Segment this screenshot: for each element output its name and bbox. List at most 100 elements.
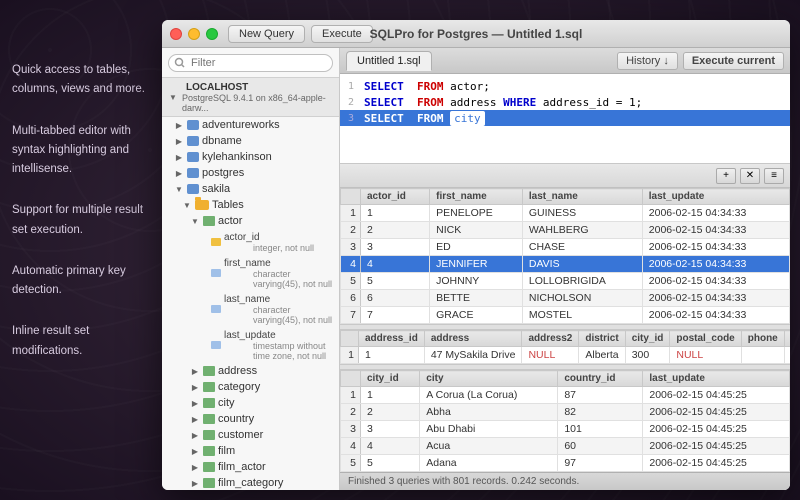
cell[interactable]: 2006-02-15 04:34:33 — [642, 256, 789, 273]
sidebar-item-address[interactable]: ▶ address — [162, 363, 339, 379]
cell[interactable]: Acua — [420, 438, 558, 455]
table-row[interactable]: 55Adana972006-02-15 04:45:25 — [341, 455, 790, 472]
cell[interactable]: NULL — [522, 347, 579, 364]
cell[interactable]: WAHLBERG — [522, 222, 642, 239]
cell[interactable]: 97 — [558, 455, 643, 472]
cell[interactable]: LOLLOBRIGIDA — [522, 273, 642, 290]
cell[interactable]: 5 — [361, 273, 430, 290]
server-item[interactable]: ▼ LOCALHOST PostgreSQL 9.4.1 on x86_64-a… — [162, 78, 339, 117]
cell[interactable]: BETTE — [430, 290, 523, 307]
cell[interactable]: 2006-02-15 04:34:33 — [642, 307, 789, 324]
cell[interactable]: 2006-02-15 04:34:33 — [642, 290, 789, 307]
cell[interactable]: Abu Dhabi — [420, 421, 558, 438]
cell[interactable]: NICK — [430, 222, 523, 239]
cell[interactable]: 2006-02-15 04:34:33 — [642, 205, 789, 222]
table-row[interactable]: 22Abha822006-02-15 04:45:25 — [341, 404, 790, 421]
minimize-button[interactable] — [188, 28, 200, 40]
cell[interactable]: 3 — [361, 421, 420, 438]
cell[interactable]: 1 — [361, 387, 420, 404]
add-row-button[interactable]: + — [716, 168, 736, 184]
sidebar-item-city[interactable]: ▶ city — [162, 395, 339, 411]
cell[interactable]: Adana — [420, 455, 558, 472]
sidebar-item-kylehankinson[interactable]: ▶ kylehankinson — [162, 149, 339, 165]
table-row[interactable]: 22NICKWAHLBERG2006-02-15 04:34:33 — [341, 222, 790, 239]
cell[interactable]: 2006-02-15 04:34:33 — [642, 222, 789, 239]
cell[interactable]: PENELOPE — [430, 205, 523, 222]
cell[interactable]: 6 — [361, 290, 430, 307]
table-row[interactable]: 1 1 47 MySakila Drive NULL Alberta 300 N… — [341, 347, 791, 364]
cell[interactable]: 1 — [359, 347, 425, 364]
cell[interactable]: GUINESS — [522, 205, 642, 222]
sidebar-item-actor-id[interactable]: actor_id integer, not null — [162, 229, 339, 255]
cell[interactable]: 2006-02-15 04:45:25 — [643, 404, 790, 421]
cell[interactable]: 2006-02-15 04:45:25 — [643, 387, 790, 404]
table-row[interactable]: 11PENELOPEGUINESS2006-02-15 04:34:33 — [341, 205, 790, 222]
cell[interactable]: 5 — [361, 455, 420, 472]
cell[interactable]: 47 MySakila Drive — [424, 347, 522, 364]
sidebar-item-film-category[interactable]: ▶ film_category — [162, 475, 339, 490]
delete-row-button[interactable]: ✕ — [740, 168, 760, 184]
cell[interactable]: GRACE — [430, 307, 523, 324]
new-query-button[interactable]: New Query — [228, 25, 305, 43]
cell[interactable]: 82 — [558, 404, 643, 421]
close-button[interactable] — [170, 28, 182, 40]
execute-button[interactable]: Execute — [311, 25, 373, 43]
cell[interactable]: 101 — [558, 421, 643, 438]
table-row[interactable]: 77GRACEMOSTEL2006-02-15 04:34:33 — [341, 307, 790, 324]
sidebar-item-last-update[interactable]: last_update timestamp without time zone,… — [162, 327, 339, 363]
cell[interactable]: 2006-02-15 04:34:33 — [642, 239, 789, 256]
sidebar-item-adventureworks[interactable]: ▶ adventureworks — [162, 117, 339, 133]
maximize-button[interactable] — [206, 28, 218, 40]
cell[interactable]: 2 — [361, 222, 430, 239]
table-row[interactable]: 66BETTENICHOLSON2006-02-15 04:34:33 — [341, 290, 790, 307]
cell[interactable]: A Corua (La Corua) — [420, 387, 558, 404]
sidebar-item-first-name[interactable]: first_name character varying(45), not nu… — [162, 255, 339, 291]
cell[interactable] — [741, 347, 784, 364]
sidebar-item-last-name[interactable]: last_name character varying(45), not nul… — [162, 291, 339, 327]
sidebar-item-sakila[interactable]: ▼ sakila — [162, 181, 339, 197]
cell[interactable]: ED — [430, 239, 523, 256]
sidebar-item-tables-folder[interactable]: ▼ Tables — [162, 197, 339, 213]
cell[interactable]: 7 — [361, 307, 430, 324]
query-editor[interactable]: 1 SELECT FROM actor; 2 SELECT FROM addre… — [340, 74, 790, 164]
cell[interactable]: 2006-02-15 04:45:25 — [643, 438, 790, 455]
history-button[interactable]: History ↓ — [617, 52, 678, 70]
cell[interactable]: 3 — [361, 239, 430, 256]
cell[interactable]: NICHOLSON — [522, 290, 642, 307]
sidebar-item-category[interactable]: ▶ category — [162, 379, 339, 395]
table-row[interactable]: 55JOHNNYLOLLOBRIGIDA2006-02-15 04:34:33 — [341, 273, 790, 290]
cell[interactable]: DAVIS — [522, 256, 642, 273]
cell[interactable]: 87 — [558, 387, 643, 404]
cell[interactable]: 60 — [558, 438, 643, 455]
table-row[interactable]: 44Acua602006-02-15 04:45:25 — [341, 438, 790, 455]
cell[interactable]: JOHNNY — [430, 273, 523, 290]
sidebar-item-customer[interactable]: ▶ customer — [162, 427, 339, 443]
cell[interactable]: 4 — [361, 256, 430, 273]
execute-current-button[interactable]: Execute current — [683, 52, 784, 70]
table-row[interactable]: 11A Corua (La Corua)872006-02-15 04:45:2… — [341, 387, 790, 404]
menu-button[interactable]: ≡ — [764, 168, 784, 184]
table-row[interactable]: 33EDCHASE2006-02-15 04:34:33 — [341, 239, 790, 256]
cell[interactable]: 300 — [625, 347, 670, 364]
cell[interactable]: CHASE — [522, 239, 642, 256]
cell[interactable]: 2006-02-15 04:45:25 — [643, 455, 790, 472]
sidebar-item-dbname[interactable]: ▶ dbname — [162, 133, 339, 149]
cell[interactable]: 2006-02-15 04:45:25 — [643, 421, 790, 438]
cell[interactable]: NULL — [670, 347, 741, 364]
cell[interactable]: 2 — [361, 404, 420, 421]
sidebar-item-country[interactable]: ▶ country — [162, 411, 339, 427]
cell[interactable]: 4 — [361, 438, 420, 455]
sidebar-item-actor[interactable]: ▼ actor — [162, 213, 339, 229]
sidebar-item-film-actor[interactable]: ▶ film_actor — [162, 459, 339, 475]
cell[interactable]: Abha — [420, 404, 558, 421]
cell[interactable]: 2006-02-15 04:34:33 — [642, 273, 789, 290]
sidebar-tree[interactable]: ▼ LOCALHOST PostgreSQL 9.4.1 on x86_64-a… — [162, 78, 339, 490]
tab-untitled[interactable]: Untitled 1.sql — [346, 51, 432, 71]
cell[interactable]: 2006-02-15 04:45:30 — [784, 347, 790, 364]
table-row[interactable]: 33Abu Dhabi1012006-02-15 04:45:25 — [341, 421, 790, 438]
cell[interactable]: JENNIFER — [430, 256, 523, 273]
sidebar-item-film[interactable]: ▶ film — [162, 443, 339, 459]
table-row[interactable]: 44JENNIFERDAVIS2006-02-15 04:34:33 — [341, 256, 790, 273]
cell[interactable]: 1 — [361, 205, 430, 222]
cell[interactable]: Alberta — [579, 347, 625, 364]
